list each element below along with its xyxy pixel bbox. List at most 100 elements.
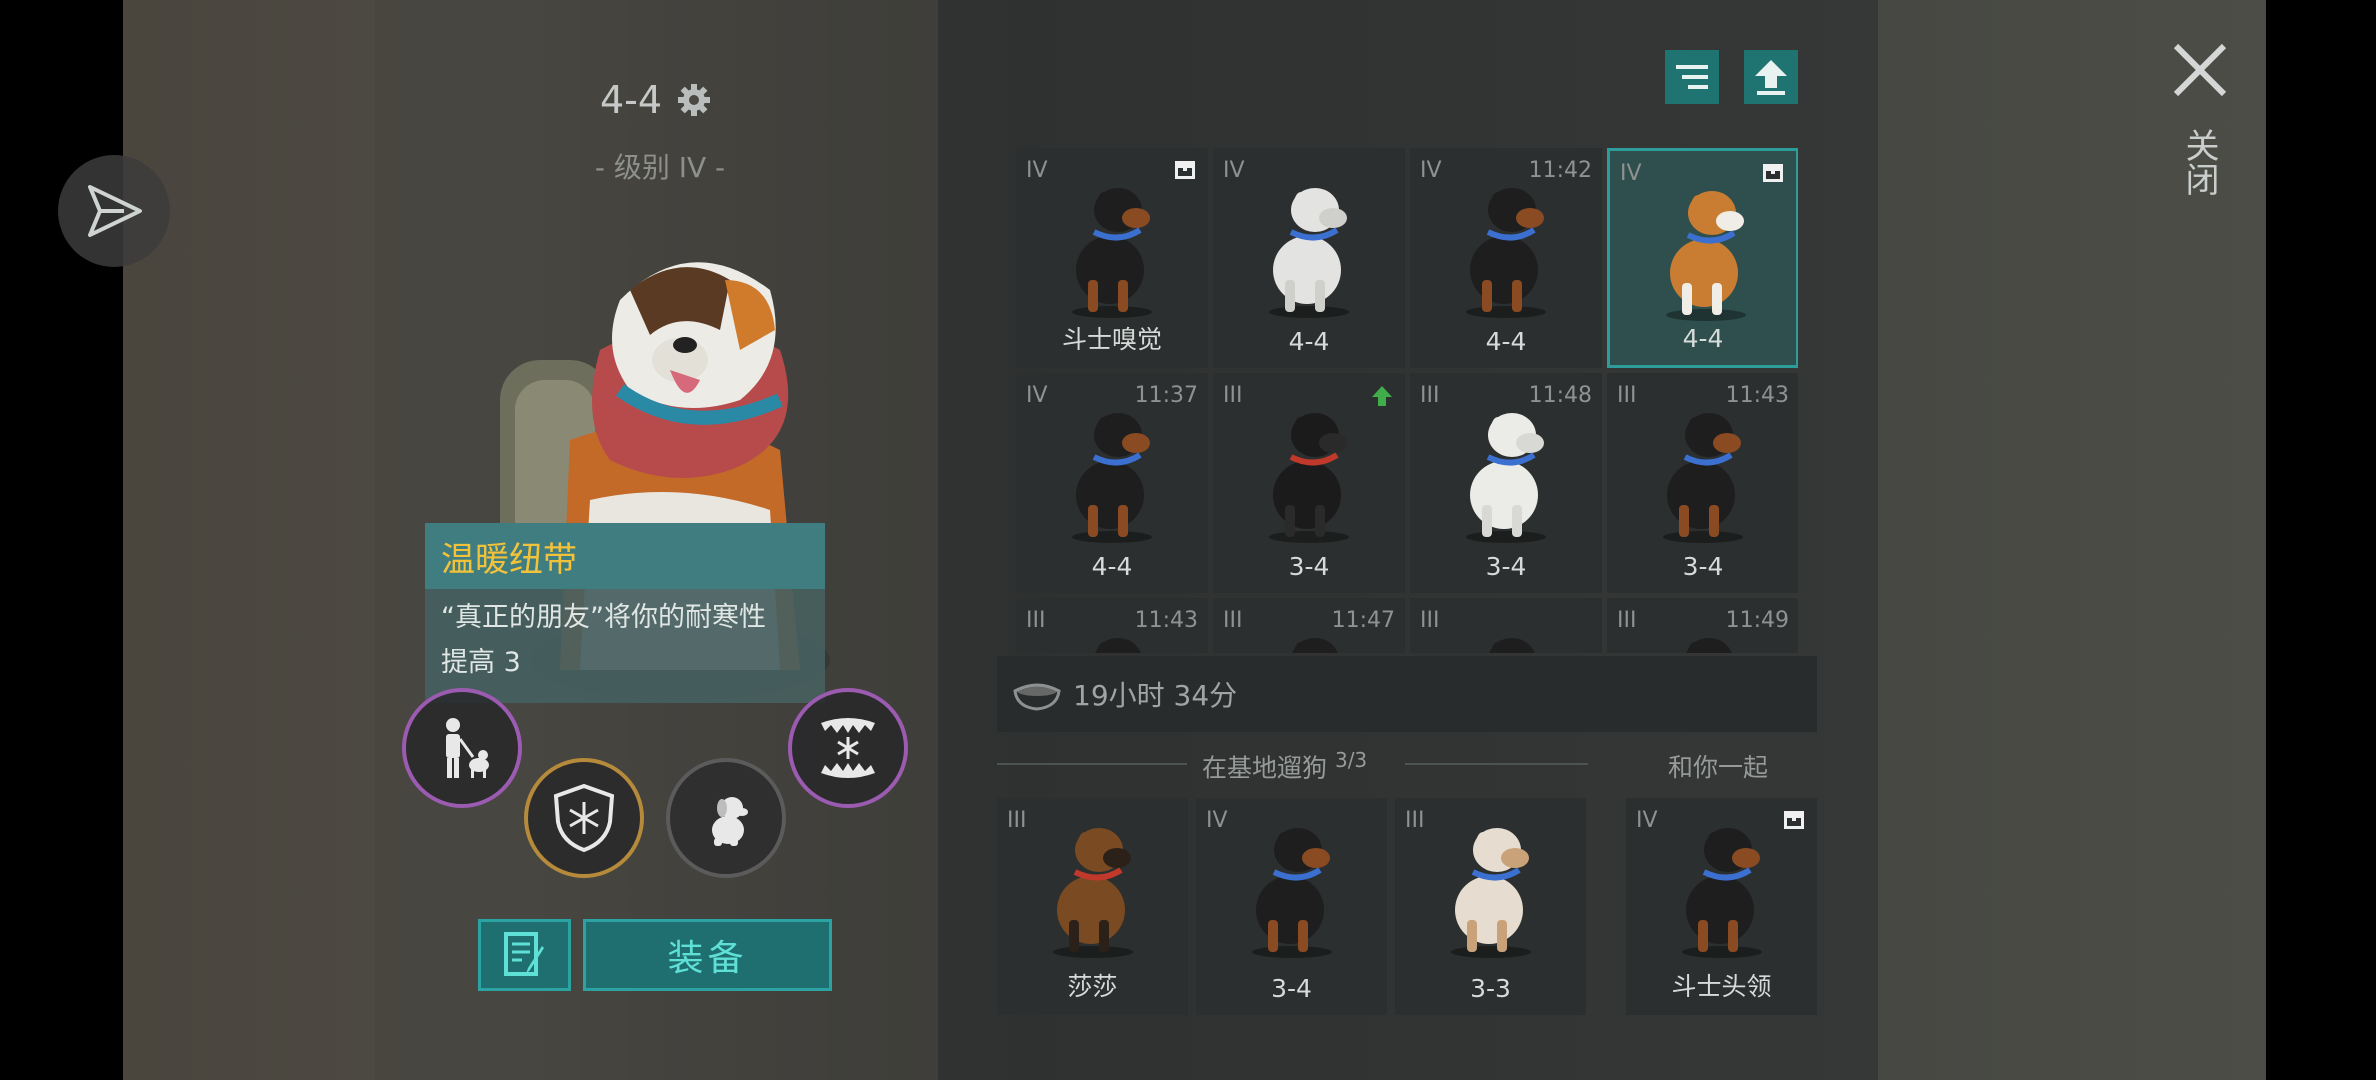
dog-title: 4-4 (600, 78, 712, 122)
dog-card[interactable]: IV 11:42 4-4 (1410, 148, 1602, 368)
sort-icon (1676, 65, 1708, 89)
dog-card[interactable]: III 11:49 (1607, 598, 1798, 653)
dog-portrait (1646, 173, 1766, 323)
dog-card[interactable]: IV 4-4 (1213, 148, 1405, 368)
walking-dog-card[interactable]: III 莎莎 (997, 798, 1188, 1015)
dog-tier: IV (1026, 158, 1048, 183)
food-time-left: 19小时 34分 (1073, 679, 1238, 712)
dog-card-name: 4-4 (1485, 327, 1527, 356)
dog-card[interactable]: III 11:43 (1016, 598, 1208, 653)
dog-tier: IV (1620, 161, 1642, 186)
dog-tier: III (1223, 608, 1243, 633)
dog-name: 4-4 (600, 78, 663, 122)
dog-portrait (1052, 170, 1172, 320)
dog-card[interactable]: IV 斗士嗅觉 (1016, 148, 1208, 368)
chest-icon (1784, 811, 1804, 829)
walking-section-label: 在基地遛狗 3/3 (1202, 748, 1367, 784)
walking-label: 在基地遛狗 (1202, 753, 1328, 783)
dog-portrait (1249, 395, 1369, 545)
skill-fangs-frost[interactable] (788, 688, 908, 808)
dog-grid: IV 斗士嗅觉 IV 4-4 IV 11:42 4-4 IV 4-4 IV 11… (1016, 148, 1798, 653)
dog-tier: III (1420, 383, 1440, 408)
upgrade-icon (1755, 60, 1787, 95)
divider-right (1405, 763, 1588, 765)
dog-tier: IV (1206, 808, 1228, 833)
dog-badge (1783, 810, 1805, 834)
walker-dog-icon (446, 718, 489, 778)
dog-card[interactable]: IV 4-4 (1607, 148, 1798, 368)
note-button[interactable] (478, 919, 571, 991)
dog-tier: III (1617, 383, 1637, 408)
walking-count: 3/3 (1334, 748, 1368, 772)
dog-timer: 11:47 (1331, 608, 1395, 633)
dog-timer: 11:48 (1528, 383, 1592, 408)
dog-portrait (1643, 395, 1763, 545)
dog-tier: III (1617, 608, 1637, 633)
dog-timer: 11:43 (1134, 608, 1198, 633)
dog-portrait (1446, 395, 1566, 545)
dog-portrait (1033, 810, 1153, 960)
dog-tier: III (1026, 608, 1046, 633)
dog-card[interactable]: III 11:43 3-4 (1607, 373, 1798, 593)
dog-card[interactable]: III 11:47 (1213, 598, 1405, 653)
dog-tier: IV (1420, 158, 1442, 183)
skill-cold-shield[interactable] (524, 758, 644, 878)
walking-dog-card[interactable]: III 3-3 (1395, 798, 1586, 1015)
dog-tier: III (1420, 608, 1440, 633)
dog-tier: III (1007, 808, 1027, 833)
tooltip-desc-line1: “真正的朋友”将你的耐寒性 (441, 602, 766, 633)
companion-dog-card[interactable]: IV 斗士头领 (1626, 798, 1817, 1015)
dog-card[interactable]: III 3-4 (1213, 373, 1405, 593)
close-label[interactable]: 关闭 (2176, 128, 2224, 196)
dog-card-name: 4-4 (1682, 324, 1724, 353)
arrow-up-icon (1372, 386, 1392, 406)
dog-card-name: 4-4 (1288, 327, 1330, 356)
sort-button[interactable] (1665, 50, 1719, 104)
dog-card[interactable]: III (1410, 598, 1602, 653)
shield-snowflake-icon (553, 783, 615, 853)
close-icon[interactable] (2170, 40, 2230, 100)
dog-card-name: 3-4 (1288, 552, 1330, 581)
tooltip-desc-line2: 提高 3 (441, 647, 521, 678)
dog-card-name: 3-4 (1485, 552, 1527, 581)
dog-card-name: 莎莎 (1067, 972, 1118, 1001)
dog-card-name: 4-4 (1091, 552, 1133, 581)
right-letterbox (2266, 0, 2376, 1080)
dog-card[interactable]: IV 11:37 4-4 (1016, 373, 1208, 593)
with-you-label: 和你一起 (1668, 753, 1769, 782)
send-button[interactable] (58, 155, 170, 267)
dog-tier: IV (1026, 383, 1048, 408)
skill-walker[interactable] (402, 688, 522, 808)
dog-badge (1371, 385, 1393, 411)
fangs-snowflake-icon (821, 718, 875, 778)
dog-card-name: 斗士嗅觉 (1061, 325, 1162, 354)
dog-portrait (1232, 810, 1352, 960)
dog-portrait (1052, 395, 1172, 545)
food-timer-bar: 19小时 34分 (997, 656, 1817, 732)
gear-icon[interactable] (676, 82, 712, 118)
dog-card-name: 3-3 (1470, 974, 1511, 1003)
dog-tier: IV (1223, 158, 1245, 183)
tooltip-title: 温暖纽带 (425, 523, 825, 589)
upgrade-button[interactable] (1744, 50, 1798, 104)
dog-timer: 11:42 (1528, 158, 1592, 183)
walking-dog-card[interactable]: IV 3-4 (1196, 798, 1387, 1015)
skill-puppy[interactable] (666, 758, 786, 878)
dog-timer: 11:49 (1725, 608, 1789, 633)
tooltip-description: “真正的朋友”将你的耐寒性 提高 3 (425, 589, 825, 703)
dog-portrait (1249, 170, 1369, 320)
chest-icon (1763, 164, 1783, 182)
chest-icon (1175, 161, 1195, 179)
dog-card-name: 3-4 (1682, 552, 1724, 581)
dog-card-name: 3-4 (1271, 974, 1312, 1003)
dog-portrait (1446, 170, 1566, 320)
dog-portrait (1446, 620, 1566, 653)
dog-card-name: 斗士头领 (1671, 972, 1772, 1001)
dog-portrait (1662, 810, 1782, 960)
food-bowl-icon (1013, 683, 1061, 711)
dog-tier: III (1405, 808, 1425, 833)
dog-card[interactable]: III 11:48 3-4 (1410, 373, 1602, 593)
dog-tier: III (1223, 383, 1243, 408)
equip-button[interactable]: 装备 (583, 919, 832, 991)
send-icon (88, 185, 142, 237)
